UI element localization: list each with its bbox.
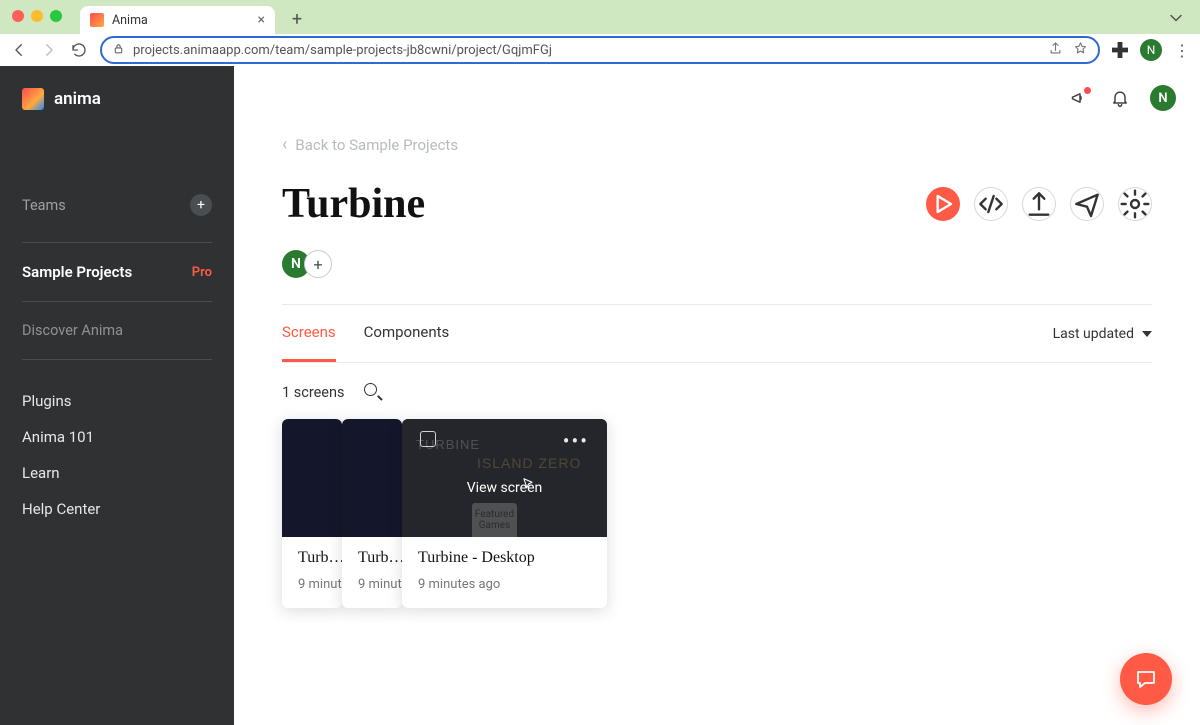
new-tab-button[interactable]: + <box>288 11 306 29</box>
share-button[interactable] <box>1070 187 1104 221</box>
screen-thumbnail <box>282 419 342 537</box>
back-button[interactable] <box>10 41 28 59</box>
topbar: N <box>234 66 1200 130</box>
screen-time: 9 minutes ago <box>418 577 591 592</box>
content: ‹ Back to Sample Projects Turbine N + <box>234 136 1200 625</box>
brand[interactable]: anima <box>22 88 212 110</box>
notifications-icon[interactable] <box>1110 88 1130 108</box>
reload-button[interactable] <box>70 41 88 59</box>
chevron-down-icon <box>1142 331 1152 337</box>
project-title: Turbine <box>282 180 425 228</box>
search-icon[interactable] <box>364 383 382 401</box>
chrome-menu-icon[interactable]: ⋮ <box>1174 41 1190 60</box>
back-link[interactable]: ‹ Back to Sample Projects <box>282 136 1152 154</box>
extensions-icon[interactable] <box>1112 42 1128 58</box>
chrome-profile-avatar[interactable]: N <box>1140 39 1162 61</box>
announcements-icon[interactable] <box>1070 88 1090 108</box>
tab-title: Anima <box>112 13 148 28</box>
window-controls <box>12 10 62 22</box>
screen-hover-overlay: ••• View screen <box>402 419 607 537</box>
app: anima Teams + Sample Projects Pro Discov… <box>0 66 1200 725</box>
back-label: Back to Sample Projects <box>295 136 458 154</box>
add-collaborator-button[interactable]: + <box>304 250 332 278</box>
chat-button[interactable] <box>1120 653 1172 705</box>
more-icon[interactable]: ••• <box>563 429 589 453</box>
sidebar-link-help-center[interactable]: Help Center <box>22 500 212 518</box>
screen-card-stack: Turbine 9 minutes ago Turbine 9 minutes … <box>282 419 612 625</box>
bookmark-icon[interactable] <box>1073 41 1088 60</box>
screen-card[interactable]: TURBINE ISLAND ZERO Featured Games ••• V… <box>402 419 607 608</box>
pro-badge: Pro <box>192 265 212 280</box>
close-window-icon[interactable] <box>12 10 24 22</box>
divider <box>22 301 212 302</box>
play-button[interactable] <box>926 187 960 221</box>
divider <box>22 242 212 243</box>
favicon-icon <box>90 13 104 27</box>
select-checkbox[interactable] <box>420 431 436 447</box>
sort-dropdown[interactable]: Last updated <box>1053 326 1152 342</box>
add-team-button[interactable]: + <box>190 194 212 216</box>
screens-count: 1 screens <box>282 384 344 401</box>
screen-name: Turbine <box>298 549 342 567</box>
sidebar-item-sample-projects[interactable]: Sample Projects Pro <box>22 255 212 289</box>
address-bar[interactable]: projects.animaapp.com/team/sample-projec… <box>100 36 1100 64</box>
notification-dot-icon <box>1084 87 1091 94</box>
screen-time: 9 minutes ago <box>298 577 342 592</box>
sidebar-link-anima-101[interactable]: Anima 101 <box>22 428 212 446</box>
screen-time: 9 minutes ago <box>358 577 402 592</box>
team-name: Sample Projects <box>22 263 132 281</box>
tab-screens[interactable]: Screens <box>282 305 336 362</box>
tab-overflow-button[interactable] <box>1166 8 1186 28</box>
browser-chrome: Anima × + projects.animaapp.com/team/sam… <box>0 0 1200 66</box>
screen-name: Turbine - Desktop <box>418 549 591 567</box>
browser-tab[interactable]: Anima × <box>80 6 275 34</box>
forward-button[interactable] <box>40 41 58 59</box>
screen-name: Turbine <box>358 549 402 567</box>
sidebar: anima Teams + Sample Projects Pro Discov… <box>0 66 234 725</box>
sidebar-link-learn[interactable]: Learn <box>22 464 212 482</box>
close-tab-icon[interactable]: × <box>258 12 265 28</box>
cursor-icon <box>521 475 535 493</box>
upload-button[interactable] <box>1022 187 1056 221</box>
code-button[interactable] <box>974 187 1008 221</box>
maximize-window-icon[interactable] <box>50 10 62 22</box>
sort-label: Last updated <box>1053 326 1134 342</box>
lock-icon <box>112 42 125 58</box>
project-actions <box>926 187 1152 221</box>
screen-thumbnail: TURBINE ISLAND ZERO Featured Games ••• V… <box>402 419 607 537</box>
share-icon[interactable] <box>1048 41 1063 60</box>
collaborators: N + <box>282 250 1152 278</box>
user-avatar[interactable]: N <box>1150 85 1176 111</box>
tabs: Screens Components <box>282 305 449 362</box>
screen-card[interactable]: Turbine 9 minutes ago <box>342 419 402 608</box>
brand-icon <box>22 88 44 110</box>
url-text: projects.animaapp.com/team/sample-projec… <box>133 43 1040 58</box>
tab-components[interactable]: Components <box>364 305 450 362</box>
minimize-window-icon[interactable] <box>31 10 43 22</box>
chevron-left-icon: ‹ <box>282 136 287 154</box>
discover-anima-label: Discover Anima <box>22 314 212 347</box>
teams-label: Teams <box>22 197 66 214</box>
brand-name: anima <box>54 89 101 109</box>
browser-toolbar: projects.animaapp.com/team/sample-projec… <box>0 34 1200 66</box>
screen-card[interactable]: Turbine 9 minutes ago <box>282 419 342 608</box>
settings-button[interactable] <box>1118 187 1152 221</box>
divider <box>22 359 212 360</box>
screen-thumbnail <box>342 419 402 537</box>
main: N ‹ Back to Sample Projects Turbine N + <box>234 66 1200 725</box>
sidebar-link-plugins[interactable]: Plugins <box>22 392 212 410</box>
